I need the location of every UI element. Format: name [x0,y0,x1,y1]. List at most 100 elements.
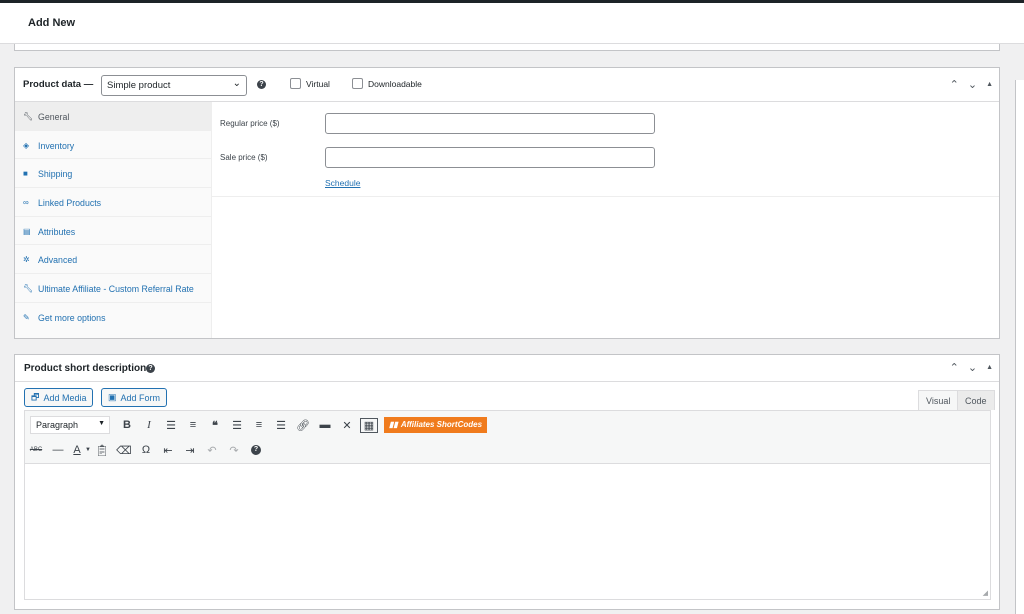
editor-content-area[interactable]: ◢ [24,464,991,600]
align-center-icon[interactable]: ≡ [248,419,270,431]
editor-toolbar: Paragraph ▼ B I ☰ ≡ ❝ ☰ ≡ ☰ 🔗︎ ▬ ✕ ▦ ▮▮ … [24,410,991,464]
strikethrough-icon[interactable]: ABC [25,447,47,453]
virtual-label: Virtual [306,78,330,89]
wrench-icon: 🔧︎ [23,284,34,294]
fullscreen-icon[interactable]: ✕ [336,419,358,432]
regular-price-input[interactable] [325,113,655,134]
chevron-down-icon: ⌄ [232,78,241,89]
add-media-label: Add Media [43,392,87,403]
toggle-panel-icon[interactable]: ▲ [986,81,993,88]
downloadable-checkbox[interactable] [352,78,363,89]
previous-metabox-bottom [14,44,1000,51]
tab-ultimate-affiliate[interactable]: 🔧︎ Ultimate Affiliate - Custom Referral … [15,274,211,303]
wrench-icon: 🔧︎ [23,112,34,121]
truck-icon: ■ [23,169,28,179]
align-right-icon[interactable]: ☰ [270,419,292,432]
product-data-label: Product data — [23,79,94,90]
sale-price-input[interactable] [325,147,655,168]
tab-advanced[interactable]: ✲ Advanced [15,245,211,275]
italic-icon[interactable]: I [138,419,160,431]
grid-icon: ▮▮ [389,420,398,429]
text-color-icon[interactable]: A [69,444,85,456]
short-description-title: Product short description [24,363,147,374]
plugin-icon: ✎ [23,312,30,322]
virtual-checkbox[interactable] [290,78,301,89]
schedule-link[interactable]: Schedule [325,178,360,188]
general-panel: Regular price ($) Sale price ($) Schedul… [212,102,999,197]
format-select[interactable]: Paragraph ▼ [30,416,110,434]
affiliates-label: Affiliates ShortCodes [400,420,483,429]
tab-code[interactable]: Code [957,390,995,410]
align-left-icon[interactable]: ☰ [226,419,248,432]
metabox-controls: ⌃ ⌄ ▲ [950,78,993,91]
indent-icon[interactable]: ⇥ [179,444,201,457]
product-data-header: Product data — Simple product ⌄ ? Virtua… [15,68,999,102]
tab-get-more-options[interactable]: ✎ Get more options [15,303,211,332]
move-down-icon[interactable]: ⌄ [968,78,977,91]
redo-icon[interactable]: ↷ [223,444,245,457]
undo-icon[interactable]: ↶ [201,444,223,457]
bold-icon[interactable]: B [116,419,138,431]
help-icon[interactable]: ? [146,364,155,373]
tag-icon: ◈ [23,140,30,150]
move-down-icon[interactable]: ⌄ [968,361,977,374]
toolbar-toggle-icon[interactable]: ▦ [360,417,378,433]
affiliates-shortcodes-button[interactable]: ▮▮ Affiliates ShortCodes [384,417,488,433]
tab-linked-products[interactable]: ∞ Linked Products [15,188,211,217]
tab-shipping[interactable]: ■ Shipping [15,159,211,189]
tab-label: Get more options [38,312,106,323]
tab-label: Inventory [38,140,75,151]
add-form-button[interactable]: ▣ Add Form [101,388,168,407]
move-up-icon[interactable]: ⌃ [950,78,959,91]
media-icon: 🗗︎ [31,391,40,402]
blockquote-icon[interactable]: ❝ [204,419,226,432]
add-form-label: Add Form [120,392,161,403]
paste-text-icon[interactable]: 📋︎ [91,444,113,457]
product-type-select[interactable]: Simple product ⌄ [101,75,247,96]
table-icon: ▤ [23,226,31,236]
product-type-value: Simple product [107,80,171,91]
help-icon[interactable]: ? [250,445,261,455]
format-value: Paragraph [36,420,79,430]
tab-label: Linked Products [38,198,102,209]
tab-general[interactable]: 🔧︎ General [15,102,211,131]
move-up-icon[interactable]: ⌃ [950,361,959,374]
tab-inventory[interactable]: ◈ Inventory [15,131,211,160]
clear-formatting-icon[interactable]: ⌫ [113,444,135,457]
bullet-list-icon[interactable]: ☰ [160,419,182,432]
numbered-list-icon[interactable]: ≡ [182,419,204,431]
downloadable-checkbox-group[interactable]: Downloadable [352,78,422,89]
short-description-header: Product short description ? ⌃ ⌄ ▲ [15,355,999,382]
page-title: Add New [28,17,76,29]
downloadable-label: Downloadable [368,78,422,89]
add-media-button[interactable]: 🗗︎ Add Media [24,388,94,407]
toolbar-row-1: Paragraph ▼ B I ☰ ≡ ❝ ☰ ≡ ☰ 🔗︎ ▬ ✕ ▦ ▮▮ … [25,413,488,437]
outdent-icon[interactable]: ⇤ [157,444,179,457]
gear-icon: ✲ [23,255,30,265]
tab-visual[interactable]: Visual [918,390,959,410]
sidebar-edge [1015,80,1024,614]
tab-visual-label: Visual [926,396,951,406]
resize-handle-icon[interactable]: ◢ [983,589,988,597]
special-character-icon[interactable]: Ω [135,444,157,456]
link-icon[interactable]: 🔗︎ [292,419,314,432]
sale-price-label: Sale price ($) [220,153,268,162]
tab-label: Advanced [38,255,78,266]
tab-label: Shipping [38,169,73,180]
horizontal-line-icon[interactable]: — [47,444,69,456]
caret-down-icon: ▼ [98,420,105,427]
tab-attributes[interactable]: ▤ Attributes [15,217,211,246]
short-description-metabox: Product short description ? ⌃ ⌄ ▲ 🗗︎ Add… [14,354,1000,610]
product-data-metabox: Product data — Simple product ⌄ ? Virtua… [14,67,1000,339]
read-more-icon[interactable]: ▬ [314,419,336,431]
tab-label: Ultimate Affiliate - Custom Referral Rat… [38,284,194,295]
tab-code-label: Code [965,396,987,406]
help-icon[interactable]: ? [257,80,266,89]
product-data-tabs: 🔧︎ General ◈ Inventory ■ Shipping ∞ Link… [15,102,212,338]
form-icon: ▣ [108,392,117,402]
toolbar-row-2: ABC — A ▼ 📋︎ ⌫ Ω ⇤ ⇥ ↶ ↷ ? [25,438,261,462]
toggle-panel-icon[interactable]: ▲ [986,364,993,371]
link-icon: ∞ [23,198,29,208]
virtual-checkbox-group[interactable]: Virtual [290,78,330,89]
tab-label: Attributes [38,226,76,237]
